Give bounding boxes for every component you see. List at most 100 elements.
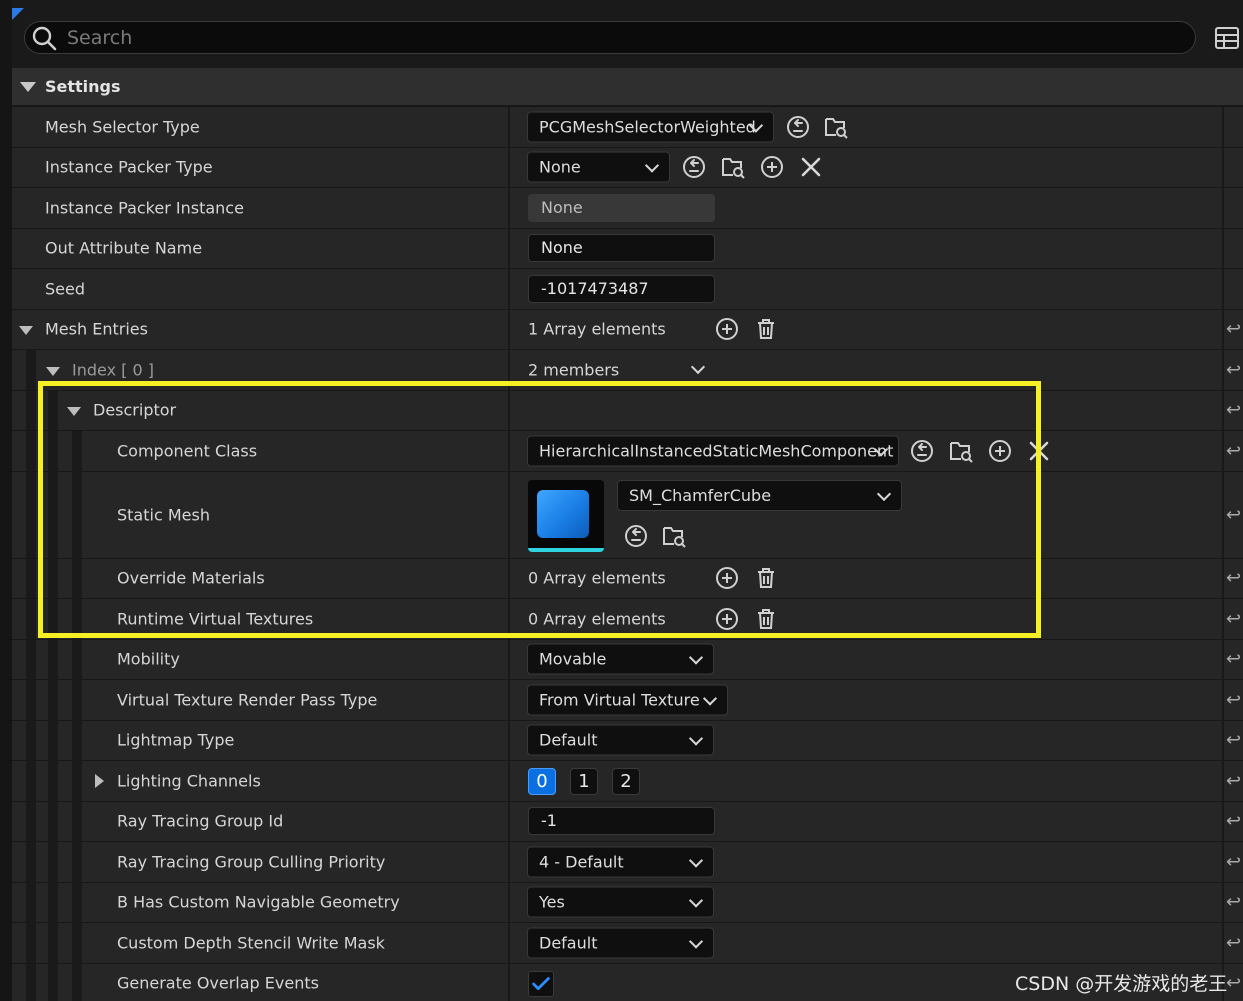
combo-value: None (539, 157, 581, 177)
out-attribute-name-input[interactable]: None (528, 234, 715, 263)
chevron-down-icon (688, 650, 704, 665)
combo-value: 4 - Default (539, 852, 624, 872)
navigable-geometry-combo[interactable]: Yes (527, 886, 714, 918)
collapse-arrow-icon[interactable] (46, 367, 60, 376)
delete-icon[interactable] (754, 317, 778, 341)
delete-icon[interactable] (754, 566, 778, 590)
table-view-icon[interactable] (1214, 26, 1240, 50)
reset-arrow-icon[interactable]: ↩ (1226, 608, 1241, 629)
instance-packer-type-combo[interactable]: None (527, 151, 670, 183)
culling-priority-combo[interactable]: 4 - Default (527, 846, 714, 878)
row-label: Mesh Entries (45, 319, 148, 339)
add-icon[interactable] (715, 317, 739, 341)
lighting-channel-0[interactable]: 0 (528, 768, 556, 795)
chevron-down-icon[interactable] (690, 359, 706, 375)
row-custom-depth-stencil: Custom Depth Stencil Write Mask Default … (12, 923, 1243, 964)
static-mesh-thumbnail[interactable] (528, 479, 604, 552)
row-label: Lightmap Type (117, 730, 235, 750)
lightmap-type-combo[interactable]: Default (527, 724, 714, 756)
row-label: Runtime Virtual Textures (117, 609, 314, 629)
reset-arrow-icon[interactable]: ↩ (1226, 568, 1241, 589)
reset-arrow-icon[interactable]: ↩ (1226, 649, 1241, 670)
mesh-selector-type-combo[interactable]: PCGMeshSelectorWeighted (527, 111, 774, 143)
component-class-combo[interactable]: HierarchicalInstancedStaticMeshComponent (527, 435, 899, 467)
seed-input[interactable]: -1017473487 (528, 274, 715, 303)
static-mesh-combo[interactable]: SM_ChamferCube (617, 479, 902, 511)
add-icon[interactable] (760, 155, 784, 179)
array-count: 1 Array elements (528, 319, 666, 339)
add-icon[interactable] (715, 566, 739, 590)
vt-render-pass-combo[interactable]: From Virtual Texture (527, 684, 728, 716)
reset-arrow-icon[interactable]: ↩ (1226, 811, 1241, 832)
members-count: 2 members (528, 360, 620, 380)
row-out-attribute-name: Out Attribute Name None (12, 228, 1243, 269)
browse-icon[interactable] (949, 439, 973, 463)
lighting-channel-1[interactable]: 1 (570, 768, 598, 795)
chevron-down-icon (688, 893, 704, 908)
reset-arrow-icon[interactable]: ↩ (1226, 504, 1241, 525)
clear-icon[interactable] (799, 155, 823, 179)
ray-tracing-group-id-input[interactable]: -1 (528, 807, 715, 836)
use-selected-icon[interactable] (786, 115, 810, 139)
asset-type-bar (528, 547, 604, 552)
row-label: Component Class (117, 441, 258, 461)
reset-arrow-icon[interactable]: ↩ (1226, 932, 1241, 953)
add-icon[interactable] (988, 439, 1012, 463)
row-mesh-entries: Mesh Entries 1 Array elements ↩ (12, 309, 1243, 350)
browse-icon[interactable] (824, 115, 848, 139)
collapse-arrow-icon[interactable] (67, 406, 81, 416)
row-label: Seed (45, 279, 85, 299)
search-box[interactable] (24, 21, 1196, 54)
row-label: Index [ 0 ] (72, 360, 154, 380)
reset-arrow-icon[interactable]: ↩ (1226, 851, 1241, 872)
chevron-down-icon (688, 934, 704, 949)
row-label: Ray Tracing Group Culling Priority (117, 852, 386, 872)
use-selected-icon[interactable] (910, 439, 934, 463)
mobility-combo[interactable]: Movable (527, 643, 714, 675)
reset-arrow-icon[interactable]: ↩ (1226, 730, 1241, 751)
reset-arrow-icon[interactable]: ↩ (1226, 359, 1241, 380)
reset-arrow-icon[interactable]: ↩ (1226, 770, 1241, 791)
field-value: -1 (541, 811, 557, 831)
use-selected-icon[interactable] (682, 155, 706, 179)
reset-arrow-icon[interactable]: ↩ (1226, 689, 1241, 710)
delete-icon[interactable] (754, 607, 778, 631)
collapse-arrow-icon[interactable] (19, 325, 33, 335)
depth-stencil-combo[interactable]: Default (527, 927, 714, 959)
chevron-down-icon (876, 486, 892, 501)
search-input[interactable] (67, 24, 1167, 51)
reset-arrow-icon[interactable]: ↩ (1226, 440, 1241, 461)
overlap-events-checkbox[interactable] (528, 970, 554, 997)
expand-arrow-icon[interactable] (95, 774, 104, 788)
chevron-down-icon (644, 158, 660, 173)
browse-icon[interactable] (721, 155, 745, 179)
combo-value: Yes (539, 892, 565, 912)
row-custom-navigable-geometry: B Has Custom Navigable Geometry Yes ↩ (12, 882, 1243, 923)
row-label: Out Attribute Name (45, 238, 203, 258)
reset-arrow-icon[interactable]: ↩ (1226, 892, 1241, 913)
row-label: Override Materials (117, 568, 265, 588)
field-value: None (541, 197, 583, 217)
settings-category-header[interactable]: Settings (12, 68, 1243, 106)
add-icon[interactable] (715, 607, 739, 631)
reset-arrow-icon[interactable]: ↩ (1226, 319, 1241, 340)
row-static-mesh: Static Mesh SM_ChamferCube ↩ (12, 471, 1243, 559)
collapse-arrow-icon[interactable] (20, 82, 36, 92)
category-title: Settings (45, 77, 121, 96)
use-selected-icon[interactable] (624, 524, 648, 548)
row-component-class: Component Class HierarchicalInstancedSta… (12, 431, 1243, 472)
reset-arrow-icon[interactable]: ↩ (1226, 973, 1241, 994)
reset-arrow-icon[interactable]: ↩ (1226, 400, 1241, 421)
row-instance-packer-type: Instance Packer Type None (12, 147, 1243, 188)
row-runtime-virtual-textures: Runtime Virtual Textures 0 Array element… (12, 599, 1243, 640)
row-label: Generate Overlap Events (117, 973, 319, 993)
clear-icon[interactable] (1027, 439, 1051, 463)
row-ray-tracing-culling-priority: Ray Tracing Group Culling Priority 4 - D… (12, 842, 1243, 883)
row-descriptor: Descriptor ↩ (12, 390, 1243, 431)
chevron-down-icon (688, 853, 704, 868)
browse-icon[interactable] (662, 524, 686, 548)
row-label: Instance Packer Type (45, 157, 213, 177)
array-count: 0 Array elements (528, 568, 666, 588)
row-mobility: Mobility Movable ↩ (12, 639, 1243, 680)
lighting-channel-2[interactable]: 2 (612, 768, 640, 795)
